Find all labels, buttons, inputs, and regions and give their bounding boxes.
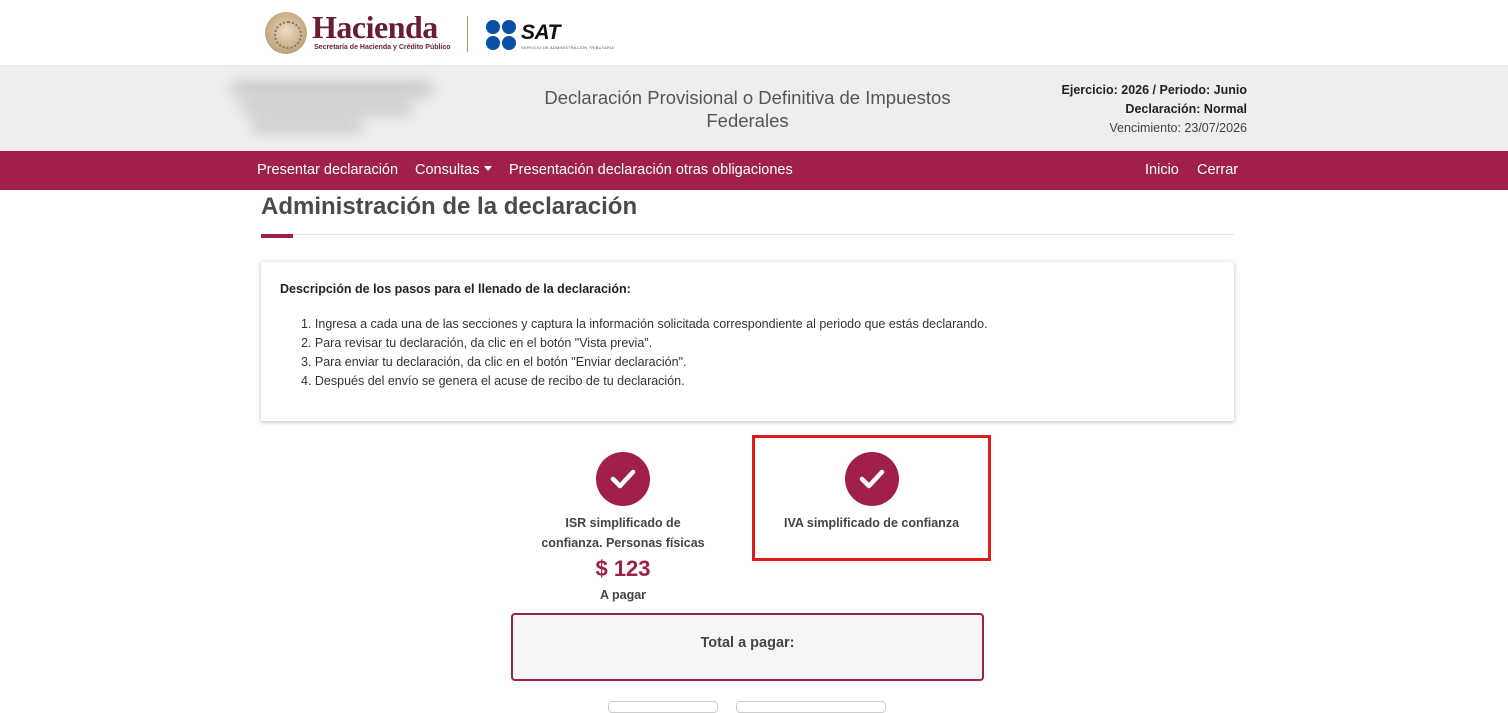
document-title: Declaración Provisional o Definitiva de … — [544, 87, 951, 131]
taxpayer-info-redacted — [222, 78, 452, 140]
nav-queries-label: Consultas — [415, 162, 480, 178]
sat-logo-subtitle: SERVICIO DE ADMINISTRACIÓN TRIBUTARIA — [521, 45, 615, 50]
logo-bar: Hacienda Secretaría de Hacienda y Crédit… — [0, 0, 1508, 66]
send-declaration-button[interactable] — [736, 701, 886, 713]
total-label: Total a pagar: — [700, 635, 795, 651]
section-isr-label-line2: confianza. Personas físicas — [541, 536, 705, 550]
declaration-header: Declaración Provisional o Definitiva de … — [0, 66, 1508, 151]
page-title: Administración de la declaración — [261, 193, 638, 220]
step-item: 4. Después del envío se genera el acuse … — [301, 374, 685, 388]
steps-list: 1. Ingresa a cada una de las secciones y… — [301, 315, 988, 391]
section-iva-label: IVA simplificado de confianza — [783, 516, 960, 530]
nav-queries-dropdown[interactable]: Consultas — [415, 162, 493, 178]
total-box: Total a pagar: — [511, 613, 984, 681]
main-navbar: Presentar declaración Consultas Presenta… — [0, 151, 1508, 190]
step-item: 3. Para enviar tu declaración, da clic e… — [301, 355, 687, 369]
step-item: 2. Para revisar tu declaración, da clic … — [301, 336, 653, 350]
declaration-type: Declaración: Normal — [1125, 102, 1247, 116]
national-seal-icon — [265, 12, 307, 54]
section-isr-amount: $ 123 — [595, 556, 651, 581]
step-item: 1. Ingresa a cada una de las secciones y… — [301, 317, 988, 331]
title-divider — [261, 234, 1234, 235]
steps-heading: Descripción de los pasos para el llenado… — [280, 282, 631, 296]
due-date: Vencimiento: 23/07/2026 — [1109, 121, 1247, 135]
section-isr-label-line1: ISR simplificado de — [565, 516, 681, 530]
declaration-meta: Ejercicio: 2026 / Periodo: Junio Declara… — [1062, 81, 1247, 138]
nav-other-obligations[interactable]: Presentación declaración otras obligacio… — [509, 162, 793, 178]
nav-present-declaration[interactable]: Presentar declaración — [257, 162, 398, 178]
hacienda-logo-title: Hacienda — [312, 9, 438, 45]
section-iva-check-button[interactable] — [845, 452, 899, 506]
sat-logo-icon — [486, 20, 518, 50]
caret-down-icon — [484, 165, 493, 171]
nav-home[interactable]: Inicio — [1145, 162, 1179, 178]
check-icon — [859, 469, 885, 489]
nav-close[interactable]: Cerrar — [1197, 162, 1238, 178]
steps-card: Descripción de los pasos para el llenado… — [261, 262, 1234, 421]
logo-divider — [467, 16, 468, 52]
check-icon — [610, 469, 636, 489]
section-isr-amount-caption: A pagar — [599, 588, 647, 602]
section-isr-label: ISR simplificado de confianza. Personas … — [520, 513, 726, 553]
section-isr-check-button[interactable] — [596, 452, 650, 506]
exercise-period: Ejercicio: 2026 / Periodo: Junio — [1061, 83, 1247, 97]
sat-logo-title: SAT — [521, 21, 560, 44]
preview-button[interactable] — [608, 701, 718, 713]
title-accent-bar — [261, 234, 293, 238]
hacienda-logo-subtitle: Secretaría de Hacienda y Crédito Público — [314, 44, 451, 51]
